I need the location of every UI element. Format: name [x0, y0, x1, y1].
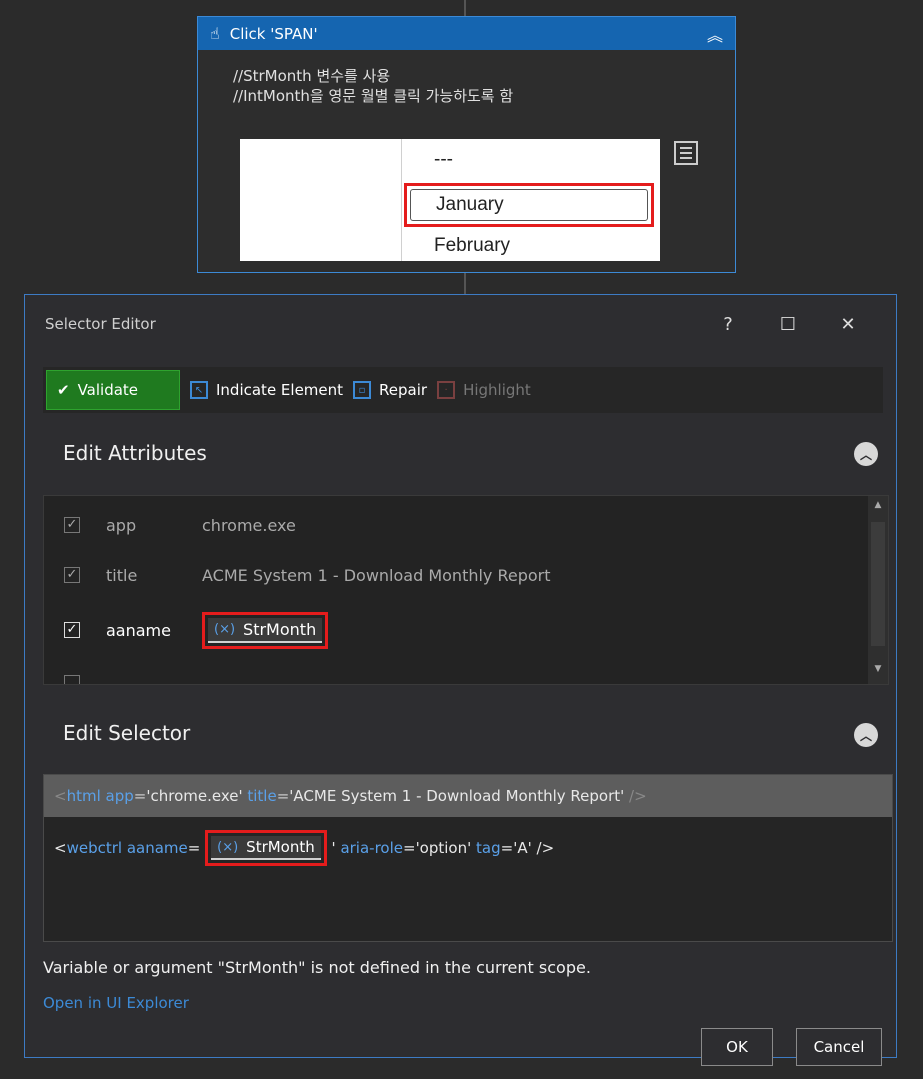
repair-button[interactable]: ▫ Repair — [353, 381, 427, 399]
edit-attributes-title: Edit Attributes — [63, 441, 207, 465]
scroll-thumb[interactable] — [871, 522, 885, 646]
selector-editor-textbox[interactable]: < html app ='chrome.exe' title = 'ACME Syste… — [43, 774, 893, 942]
activity-header[interactable]: ☝ Click 'SPAN' ︽ — [198, 17, 735, 50]
selector-toolbar: ✔ Validate ↖ Indicate Element ▫ Repair ·… — [43, 367, 883, 413]
activity-title: Click 'SPAN' — [229, 24, 318, 43]
month-dropdown-preview: --- January February — [401, 139, 660, 261]
element-preview-image: --- January February — [240, 139, 660, 261]
dialog-title: Selector Editor — [45, 315, 156, 333]
scroll-up-icon[interactable]: ▲ — [871, 500, 885, 516]
variable-highlight-box: (×) StrMonth — [202, 611, 329, 649]
attribute-checkbox[interactable] — [64, 675, 80, 684]
selected-option-highlight: January — [404, 183, 654, 227]
dialog-titlebar: Selector Editor ? ☐ ✕ — [25, 295, 896, 353]
close-icon[interactable]: ✕ — [818, 314, 878, 335]
connector-line — [464, 0, 466, 16]
dropdown-option: February — [434, 235, 511, 256]
selector-variable-highlight-box: (×) StrMonth — [205, 830, 327, 866]
click-activity-card[interactable]: ☝ Click 'SPAN' ︽ //StrMonth 변수를 사용 //Int… — [197, 16, 736, 273]
hamburger-menu-icon[interactable] — [674, 141, 698, 165]
scroll-down-icon[interactable]: ▼ — [871, 664, 885, 680]
dropdown-option: --- — [434, 149, 453, 170]
open-ui-explorer-link[interactable]: Open in UI Explorer — [43, 994, 189, 1012]
ok-button[interactable]: OK — [701, 1028, 773, 1066]
edit-selector-title: Edit Selector — [63, 721, 191, 745]
selector-line-html[interactable]: < html app ='chrome.exe' title = 'ACME Syste… — [44, 775, 892, 817]
variable-chip[interactable]: (×) StrMonth — [208, 617, 323, 643]
validation-error-message: Variable or argument "StrMonth" is not d… — [43, 958, 591, 977]
validate-button[interactable]: ✔ Validate — [46, 370, 180, 410]
attribute-checkbox[interactable]: ✓ — [64, 517, 80, 533]
activity-comment: //StrMonth 변수를 사용 //IntMonth을 영문 월별 클릭 가… — [233, 67, 514, 105]
check-icon: ✔ — [57, 381, 70, 399]
collapse-attributes-icon[interactable]: ︿ — [854, 442, 878, 466]
repair-icon: ▫ — [353, 381, 372, 399]
cursor-target-icon: ↖ — [190, 381, 208, 399]
click-hand-icon: ☝ — [210, 24, 220, 43]
attributes-scrollbar[interactable]: ▲ ▼ — [868, 496, 888, 684]
dropdown-option-selected: January — [410, 189, 648, 221]
selector-variable-chip[interactable]: (×) StrMonth — [211, 836, 321, 860]
collapse-selector-icon[interactable]: ︿ — [854, 723, 878, 747]
variable-icon: (×) — [217, 839, 239, 855]
maximize-icon[interactable]: ☐ — [758, 314, 818, 335]
attribute-checkbox[interactable]: ✓ — [64, 622, 80, 638]
selector-editor-dialog: Selector Editor ? ☐ ✕ ✔ Validate ↖ Indic… — [24, 294, 897, 1066]
variable-icon: (×) — [214, 621, 236, 637]
highlight-button[interactable]: · Highlight — [437, 381, 531, 399]
selector-line-webctrl[interactable]: < webctrl aaname = (×) StrMonth ' aria-rol… — [44, 817, 892, 879]
help-button[interactable]: ? — [698, 314, 758, 335]
attribute-checkbox[interactable]: ✓ — [64, 567, 80, 583]
attributes-list: ✓ app chrome.exe ✓ title ACME System 1 -… — [43, 495, 889, 685]
connector-line — [464, 273, 466, 294]
collapse-icon[interactable]: ︽ — [707, 22, 723, 46]
highlight-icon: · — [437, 381, 456, 399]
indicate-element-button[interactable]: ↖ Indicate Element — [190, 381, 343, 399]
cancel-button[interactable]: Cancel — [796, 1028, 882, 1066]
